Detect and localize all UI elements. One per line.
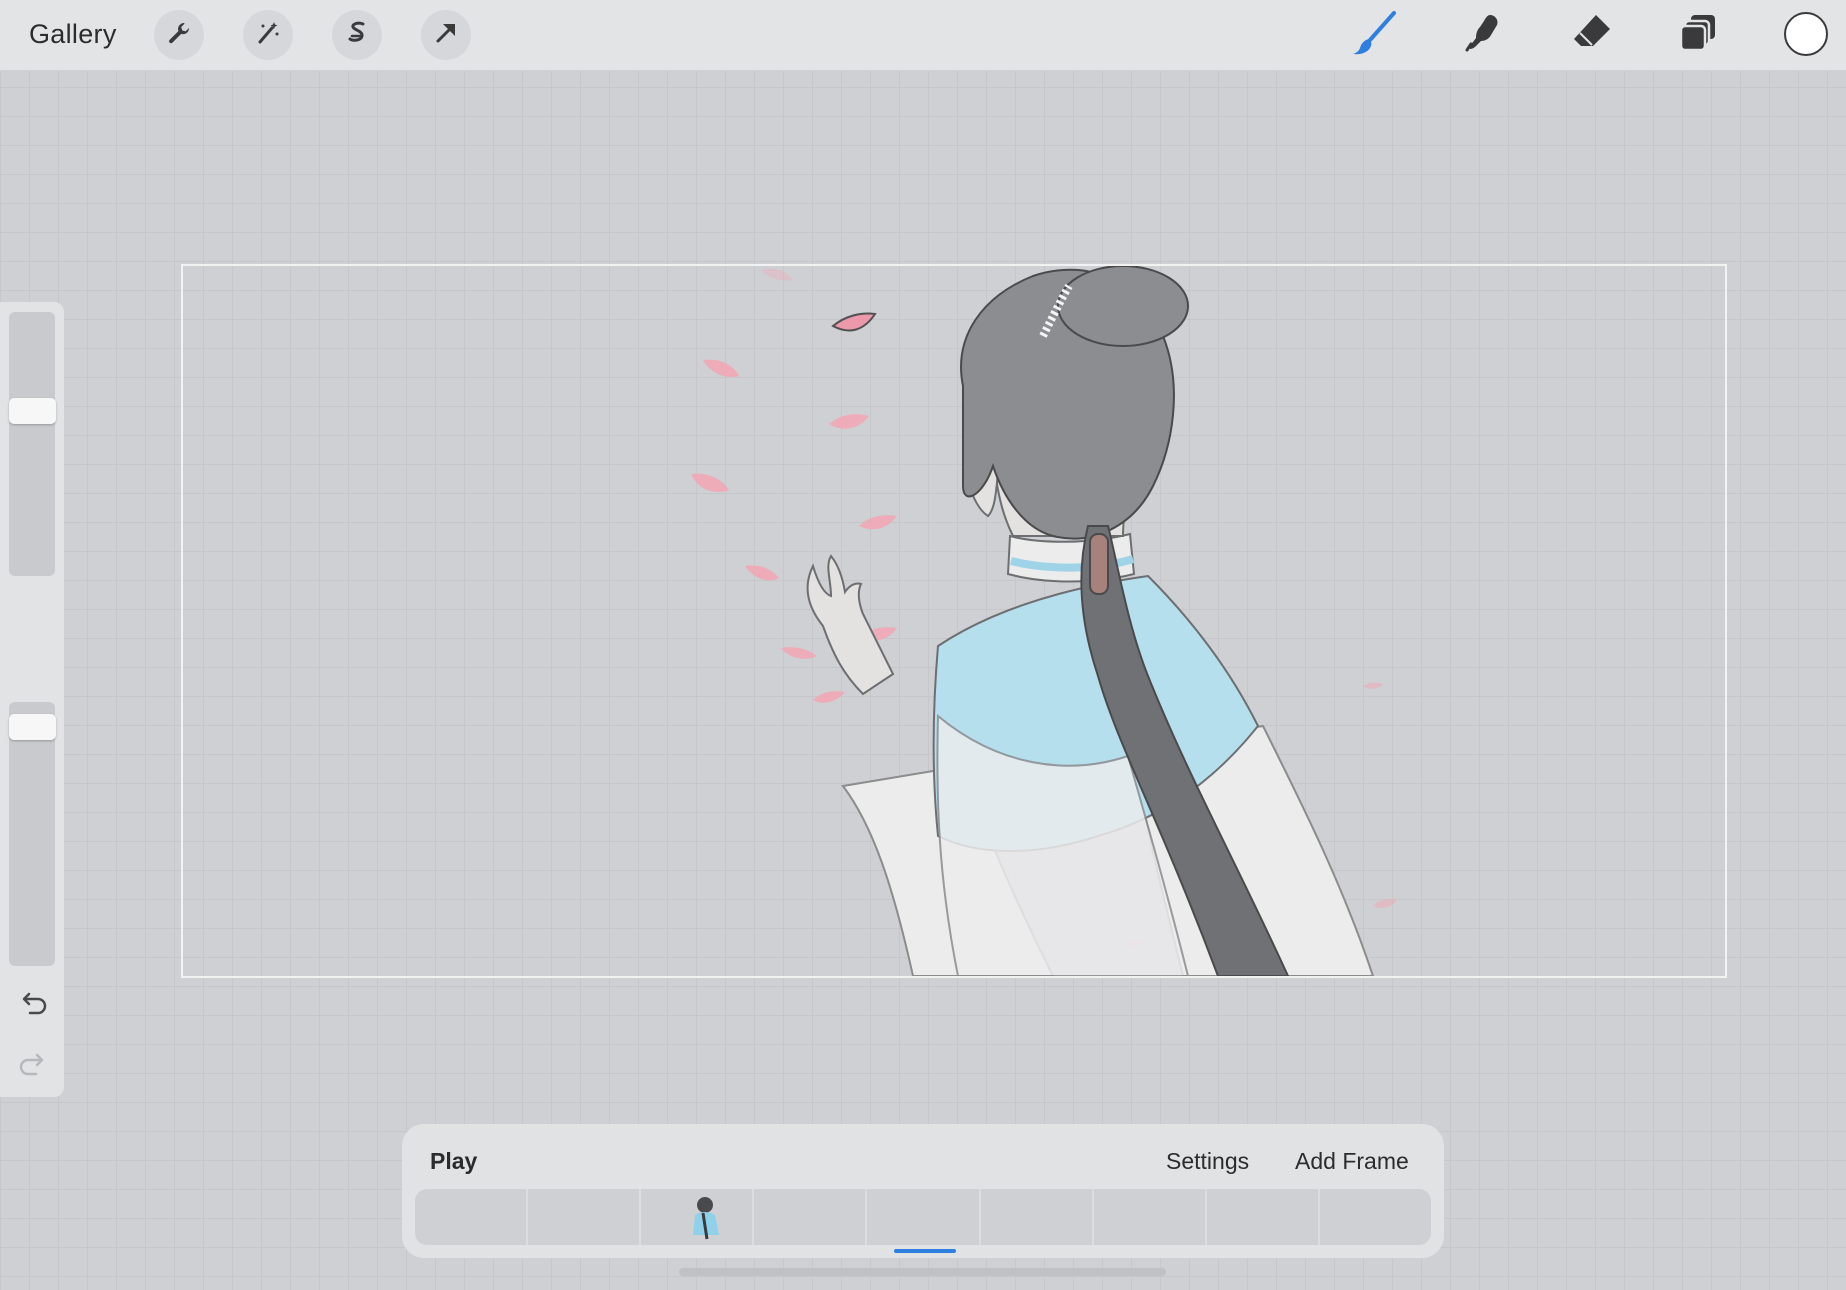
magic-wand-icon [254, 19, 282, 52]
figure [806, 266, 1375, 976]
timeline-frame[interactable] [415, 1189, 529, 1245]
drawing-canvas[interactable] [181, 264, 1727, 978]
wrench-icon [165, 19, 193, 52]
timeline-frame[interactable] [1207, 1189, 1320, 1245]
timeline-frame[interactable] [867, 1189, 981, 1245]
artwork-illustration [691, 266, 1397, 976]
top-toolbar: Gallery [0, 0, 1846, 71]
actions-button[interactable] [154, 10, 204, 60]
layers-button[interactable] [1672, 10, 1726, 60]
brush-size-slider[interactable] [9, 312, 55, 576]
layers-icon [1676, 10, 1722, 61]
brush-size-slider-thumb[interactable] [9, 397, 56, 424]
smudge-tool-button[interactable] [1456, 10, 1510, 60]
selection-icon [343, 19, 371, 52]
frame-timeline[interactable] [415, 1189, 1431, 1245]
opacity-slider-thumb[interactable] [9, 713, 56, 740]
selection-button[interactable] [332, 10, 382, 60]
add-frame-button[interactable]: Add Frame [1295, 1148, 1409, 1175]
transform-button[interactable] [421, 10, 471, 60]
undo-icon[interactable] [16, 989, 50, 1019]
adjustments-button[interactable] [243, 10, 293, 60]
animation-assist-panel: Play Settings Add Frame [402, 1124, 1444, 1258]
eraser-tool-button[interactable] [1565, 10, 1619, 60]
color-picker-button[interactable] [1784, 12, 1828, 56]
timeline-frame[interactable] [1320, 1189, 1431, 1245]
play-button[interactable]: Play [430, 1148, 477, 1175]
timeline-frame[interactable] [528, 1189, 642, 1245]
frame-thumbnail [693, 1197, 720, 1240]
brush-tool-button[interactable] [1348, 10, 1402, 60]
timeline-frame[interactable] [754, 1189, 868, 1245]
home-indicator [679, 1268, 1166, 1276]
opacity-slider[interactable] [9, 702, 55, 966]
transform-arrow-icon [432, 19, 460, 52]
settings-button[interactable]: Settings [1166, 1148, 1249, 1175]
eraser-icon [1569, 10, 1615, 61]
timeline-frame[interactable] [981, 1189, 1094, 1245]
current-frame-indicator [894, 1249, 956, 1253]
brush-icon [1350, 10, 1400, 61]
redo-icon[interactable] [16, 1050, 50, 1080]
smudge-icon [1460, 10, 1506, 61]
left-sidebar [0, 302, 64, 1097]
timeline-frame[interactable] [1094, 1189, 1207, 1245]
timeline-frame[interactable] [641, 1189, 755, 1245]
gallery-button[interactable]: Gallery [29, 19, 117, 50]
